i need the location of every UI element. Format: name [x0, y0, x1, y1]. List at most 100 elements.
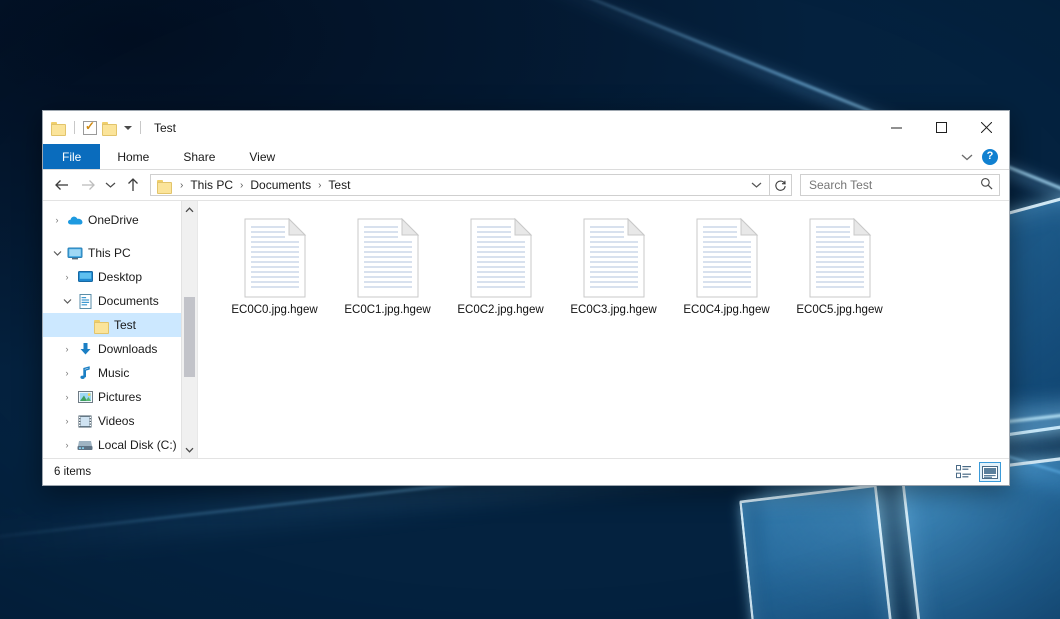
file-explorer-window: Test File Home Share View	[42, 110, 1010, 486]
chevron-right-icon[interactable]: ›	[59, 416, 75, 426]
sidebar-item-this-pc[interactable]: This PC	[43, 241, 197, 265]
search-icon[interactable]	[980, 177, 993, 193]
sidebar-item-label: Local Disk (C:)	[95, 438, 177, 452]
item-count-label: 6 items	[54, 466, 91, 478]
sidebar-item-downloads[interactable]: › Downloads	[43, 337, 197, 361]
navigation-tree[interactable]: › OneDrive	[43, 201, 197, 457]
title-bar[interactable]: Test	[43, 111, 1009, 144]
sidebar-item-label: Pictures	[95, 390, 141, 404]
downloads-arrow-icon	[75, 342, 95, 356]
sidebar-item-label: Documents	[95, 294, 159, 308]
sidebar-item-music[interactable]: › Music	[43, 361, 197, 385]
tab-view[interactable]: View	[232, 144, 292, 169]
breadcrumb-separator-2[interactable]: ›	[313, 180, 326, 191]
sidebar-item-documents[interactable]: Documents	[43, 289, 197, 313]
folder-icon[interactable]	[51, 121, 66, 134]
sidebar-item-test[interactable]: Test	[43, 313, 197, 337]
sidebar-item-label: Test	[111, 318, 136, 332]
this-pc-monitor-icon	[65, 247, 85, 260]
scroll-up-arrow-icon[interactable]	[182, 201, 197, 218]
file-grid: EC0C0.jpg.hgew	[198, 201, 1009, 333]
quick-access-toolbar[interactable]	[51, 121, 144, 135]
generic-document-icon	[695, 218, 759, 298]
file-item[interactable]: EC0C0.jpg.hgew	[218, 213, 331, 333]
file-name-label: EC0C2.jpg.hgew	[457, 304, 543, 316]
sidebar-item-desktop[interactable]: › Desktop	[43, 265, 197, 289]
chevron-right-icon[interactable]: ›	[59, 368, 75, 378]
file-name-label: EC0C1.jpg.hgew	[344, 304, 430, 316]
navigation-pane[interactable]: › OneDrive	[43, 201, 198, 458]
documents-icon	[75, 294, 95, 309]
breadcrumb-this-pc[interactable]: This PC	[188, 178, 235, 192]
chevron-right-icon[interactable]: ›	[49, 215, 65, 225]
chevron-right-icon[interactable]: ›	[59, 344, 75, 354]
minimize-button[interactable]	[874, 111, 919, 144]
customize-qat-caret-icon[interactable]	[124, 126, 132, 130]
file-item[interactable]: EC0C5.jpg.hgew	[783, 213, 896, 333]
sidebar-item-local-disk-c[interactable]: › Local Disk (C:)	[43, 433, 197, 457]
close-button[interactable]	[964, 111, 1009, 144]
window-controls[interactable]	[874, 111, 1009, 144]
help-icon[interactable]: ?	[982, 149, 998, 165]
forward-button[interactable]	[75, 172, 101, 198]
address-bar[interactable]: › This PC › Documents › Test	[150, 174, 770, 196]
breadcrumb-test[interactable]: Test	[326, 178, 352, 192]
generic-document-icon	[243, 218, 307, 298]
tab-share[interactable]: Share	[166, 144, 232, 169]
file-item[interactable]: EC0C4.jpg.hgew	[670, 213, 783, 333]
generic-document-icon	[808, 218, 872, 298]
sidebar-item-pictures[interactable]: › Pictures	[43, 385, 197, 409]
desktop: Test File Home Share View	[0, 0, 1060, 619]
folder-icon	[91, 319, 111, 332]
chevron-down-icon[interactable]	[49, 250, 65, 257]
onedrive-cloud-icon	[65, 214, 85, 226]
file-name-label: EC0C0.jpg.hgew	[231, 304, 317, 316]
search-input[interactable]: Search Test	[809, 178, 980, 192]
details-view-button[interactable]	[953, 462, 975, 482]
sidebar-item-onedrive[interactable]: › OneDrive	[43, 208, 197, 232]
navigation-scrollbar[interactable]	[181, 201, 197, 458]
large-icons-view-button[interactable]	[979, 462, 1001, 482]
address-folder-icon	[157, 179, 172, 192]
chevron-down-icon[interactable]	[961, 150, 973, 164]
refresh-button[interactable]	[770, 174, 792, 196]
file-list-pane[interactable]: EC0C0.jpg.hgew	[198, 201, 1009, 458]
window-title: Test	[154, 121, 176, 135]
sidebar-item-label: Desktop	[95, 270, 142, 284]
tab-file[interactable]: File	[43, 144, 100, 169]
up-button[interactable]	[120, 172, 146, 198]
file-item[interactable]: EC0C3.jpg.hgew	[557, 213, 670, 333]
sidebar-item-label: Music	[95, 366, 129, 380]
generic-document-icon	[356, 218, 420, 298]
file-item[interactable]: EC0C1.jpg.hgew	[331, 213, 444, 333]
chevron-right-icon[interactable]: ›	[59, 272, 75, 282]
chevron-down-icon[interactable]	[59, 298, 75, 305]
ribbon-right-controls: ?	[961, 144, 1009, 169]
search-box[interactable]: Search Test	[800, 174, 1000, 196]
maximize-button[interactable]	[919, 111, 964, 144]
chevron-right-icon[interactable]: ›	[59, 392, 75, 402]
properties-icon[interactable]	[83, 121, 97, 135]
videos-film-icon	[75, 415, 95, 428]
back-button[interactable]	[49, 172, 75, 198]
new-folder-icon[interactable]	[102, 121, 117, 134]
breadcrumb-separator-0: ›	[175, 180, 188, 191]
sidebar-item-label: OneDrive	[85, 213, 139, 227]
qat-divider-2	[140, 121, 141, 134]
generic-document-icon	[582, 218, 646, 298]
ribbon-tab-bar: File Home Share View ?	[43, 144, 1009, 170]
breadcrumb-documents[interactable]: Documents	[248, 178, 313, 192]
file-item[interactable]: EC0C2.jpg.hgew	[444, 213, 557, 333]
address-dropdown-caret-icon[interactable]	[744, 178, 769, 192]
address-bar-row: › This PC › Documents › Test Search Test	[43, 170, 1009, 200]
scroll-down-arrow-icon[interactable]	[182, 441, 197, 458]
chevron-right-icon[interactable]: ›	[59, 440, 75, 450]
sidebar-item-videos[interactable]: ›	[43, 409, 197, 433]
breadcrumb-separator-1[interactable]: ›	[235, 180, 248, 191]
tab-home[interactable]: Home	[100, 144, 166, 169]
scrollbar-thumb[interactable]	[184, 297, 195, 377]
music-note-icon	[75, 366, 95, 380]
qat-divider-1	[74, 121, 75, 134]
view-toggle-group[interactable]	[953, 462, 1001, 482]
recent-locations-button[interactable]	[101, 172, 120, 198]
